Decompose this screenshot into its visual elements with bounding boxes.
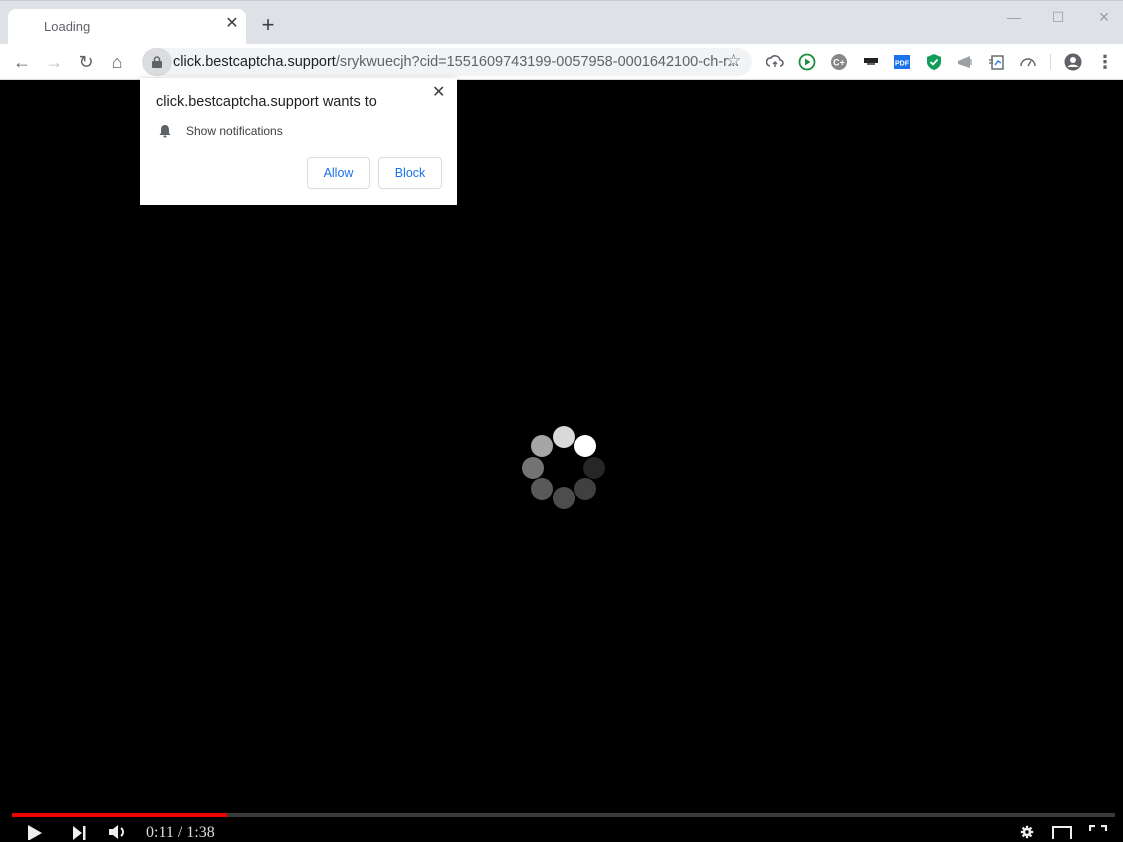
- dark-card-icon[interactable]: [862, 53, 880, 71]
- video-progress-bar[interactable]: [12, 813, 1115, 817]
- block-button[interactable]: Block: [378, 157, 442, 189]
- profile-avatar-icon[interactable]: [1064, 53, 1082, 71]
- grammar-plus-icon[interactable]: C+: [830, 53, 848, 71]
- minimize-button[interactable]: —: [1004, 7, 1024, 27]
- bookmark-star-icon[interactable]: ☆: [726, 51, 741, 71]
- address-bar[interactable]: click.bestcaptcha.support/srykwuecjh?cid…: [142, 48, 752, 76]
- url-path: /srykwuecjh?cid=1551609743199-0057958-00…: [335, 54, 740, 70]
- fullscreen-icon[interactable]: [1089, 825, 1107, 839]
- spinner-dot: [574, 478, 596, 500]
- browser-window: Loading ✕ + — ☐ ✕ ← → ↻ ⌂ click.bestcapt…: [0, 0, 1123, 841]
- speedometer-icon[interactable]: [1019, 53, 1037, 71]
- screenshot-icon[interactable]: [988, 53, 1006, 71]
- play-icon[interactable]: [26, 824, 44, 840]
- tab-loading[interactable]: Loading ✕: [8, 9, 246, 45]
- lock-icon: [152, 56, 162, 68]
- maximize-button[interactable]: ☐: [1048, 7, 1068, 27]
- tab-title: Loading: [44, 19, 91, 34]
- theater-mode-icon[interactable]: [1052, 826, 1072, 839]
- bell-icon: [159, 125, 171, 138]
- toolbar-separator: [1050, 54, 1051, 70]
- prompt-close-icon[interactable]: ✕: [432, 82, 445, 102]
- permission-text: Show notifications: [186, 124, 283, 138]
- spinner-dot: [531, 435, 553, 457]
- svg-text:C+: C+: [833, 58, 845, 68]
- url-domain: click.bestcaptcha.support: [173, 54, 336, 70]
- toolbar: ← → ↻ ⌂ click.bestcaptcha.support/srykwu…: [0, 44, 1123, 80]
- spinner-dot: [553, 487, 575, 509]
- spinner-dot: [574, 435, 596, 457]
- home-button[interactable]: ⌂: [105, 50, 129, 74]
- spinner-dot: [531, 478, 553, 500]
- menu-icon[interactable]: ⋮: [1093, 50, 1117, 74]
- megaphone-icon[interactable]: [956, 53, 974, 71]
- new-tab-button[interactable]: +: [258, 14, 278, 36]
- video-progress-fill: [12, 813, 228, 817]
- cloud-upload-icon[interactable]: [766, 53, 784, 71]
- pdf-icon[interactable]: PDF: [893, 53, 911, 71]
- play-circle-icon[interactable]: [798, 53, 816, 71]
- loading-spinner: [522, 426, 606, 510]
- site-info-button[interactable]: [142, 48, 172, 76]
- prompt-title: click.bestcaptcha.support wants to: [156, 94, 377, 110]
- video-time: 0:11 / 1:38: [146, 824, 215, 841]
- next-icon[interactable]: [72, 826, 88, 840]
- spinner-dot: [553, 426, 575, 448]
- green-shield-icon[interactable]: [925, 53, 943, 71]
- url-text: click.bestcaptcha.support/srykwuecjh?cid…: [173, 54, 739, 70]
- settings-gear-icon[interactable]: [1018, 825, 1036, 839]
- tab-strip: Loading ✕ + — ☐ ✕: [0, 0, 1123, 45]
- close-window-button[interactable]: ✕: [1094, 7, 1114, 27]
- volume-icon[interactable]: [108, 824, 130, 840]
- forward-button[interactable]: →: [42, 50, 66, 74]
- reload-button[interactable]: ↻: [74, 50, 98, 74]
- back-button[interactable]: ←: [10, 50, 34, 74]
- notification-permission-prompt: click.bestcaptcha.support wants to ✕ Sho…: [140, 78, 457, 205]
- tab-close-icon[interactable]: ✕: [224, 16, 240, 32]
- spinner-dot: [522, 457, 544, 479]
- allow-button[interactable]: Allow: [307, 157, 370, 189]
- spinner-dot: [583, 457, 605, 479]
- svg-text:PDF: PDF: [895, 61, 910, 68]
